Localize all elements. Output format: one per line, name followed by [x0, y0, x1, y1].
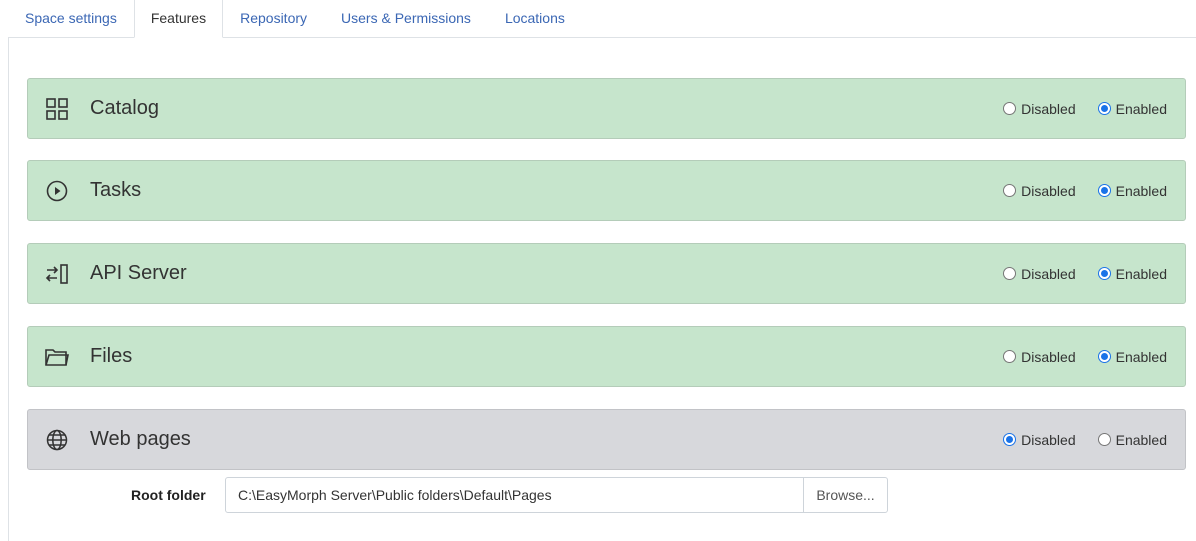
root-folder-row: Root folder Browse...: [0, 477, 1196, 513]
feature-panel-tasks: Tasks Disabled Enabled: [27, 160, 1186, 221]
radio-circle-selected[interactable]: [1097, 184, 1111, 197]
files-disabled-radio[interactable]: Disabled: [1003, 348, 1076, 365]
tab-bar: Space settings Features Repository Users…: [8, 0, 1196, 38]
feature-title-files: Files: [90, 345, 133, 367]
feature-panel-api-server: API Server Disabled Enabled: [27, 243, 1186, 304]
radio-label: Disabled: [1021, 182, 1076, 199]
web-pages-state-radios: Disabled Enabled: [1003, 432, 1167, 448]
content-border: [8, 38, 9, 541]
tasks-disabled-radio[interactable]: Disabled: [1003, 182, 1076, 199]
folder-icon: [45, 345, 69, 369]
tasks-state-radios: Disabled Enabled: [1003, 183, 1167, 199]
tab-repository[interactable]: Repository: [223, 0, 324, 37]
feature-title-tasks: Tasks: [90, 179, 142, 201]
radio-circle-selected[interactable]: [1097, 350, 1111, 363]
globe-icon: [45, 428, 69, 452]
radio-label: Disabled: [1021, 431, 1076, 448]
radio-circle-selected[interactable]: [1003, 433, 1017, 446]
root-folder-label: Root folder: [131, 487, 206, 503]
browse-button[interactable]: Browse...: [803, 477, 888, 513]
radio-circle-selected[interactable]: [1097, 102, 1111, 115]
radio-circle[interactable]: [1003, 184, 1017, 197]
api-server-enabled-radio[interactable]: Enabled: [1097, 265, 1167, 282]
tab-features[interactable]: Features: [133, 0, 224, 38]
web-pages-disabled-radio[interactable]: Disabled: [1003, 431, 1076, 448]
radio-circle[interactable]: [1003, 267, 1017, 280]
api-server-disabled-radio[interactable]: Disabled: [1003, 265, 1076, 282]
feature-title-api-server: API Server: [90, 262, 187, 284]
feature-panel-web-pages: Web pages Disabled Enabled: [27, 409, 1186, 470]
radio-label: Enabled: [1115, 182, 1167, 199]
web-pages-enabled-radio[interactable]: Enabled: [1097, 431, 1167, 448]
feature-panel-files: Files Disabled Enabled: [27, 326, 1186, 387]
feature-title-catalog: Catalog: [90, 97, 159, 119]
radio-label: Enabled: [1115, 431, 1167, 448]
radio-circle[interactable]: [1003, 350, 1017, 363]
play-circle-icon: [45, 179, 69, 203]
api-arrows-icon: [45, 262, 69, 286]
radio-label: Enabled: [1115, 265, 1167, 282]
catalog-enabled-radio[interactable]: Enabled: [1097, 100, 1167, 117]
grid-icon: [45, 97, 69, 121]
tab-users-permissions[interactable]: Users & Permissions: [324, 0, 488, 37]
radio-label: Disabled: [1021, 265, 1076, 282]
radio-label: Enabled: [1115, 348, 1167, 365]
tasks-enabled-radio[interactable]: Enabled: [1097, 182, 1167, 199]
tab-space-settings[interactable]: Space settings: [8, 0, 134, 37]
catalog-disabled-radio[interactable]: Disabled: [1003, 100, 1076, 117]
files-state-radios: Disabled Enabled: [1003, 349, 1167, 365]
radio-label: Disabled: [1021, 100, 1076, 117]
catalog-state-radios: Disabled Enabled: [1003, 101, 1167, 117]
radio-circle[interactable]: [1097, 433, 1111, 446]
radio-circle[interactable]: [1003, 102, 1017, 115]
feature-panel-catalog: Catalog Disabled Enabled: [27, 78, 1186, 139]
radio-label: Enabled: [1115, 100, 1167, 117]
radio-label: Disabled: [1021, 348, 1076, 365]
files-enabled-radio[interactable]: Enabled: [1097, 348, 1167, 365]
radio-circle-selected[interactable]: [1097, 267, 1111, 280]
tab-locations[interactable]: Locations: [488, 0, 582, 37]
feature-title-web-pages: Web pages: [90, 428, 191, 450]
api-server-state-radios: Disabled Enabled: [1003, 266, 1167, 282]
root-folder-input[interactable]: [225, 477, 804, 513]
